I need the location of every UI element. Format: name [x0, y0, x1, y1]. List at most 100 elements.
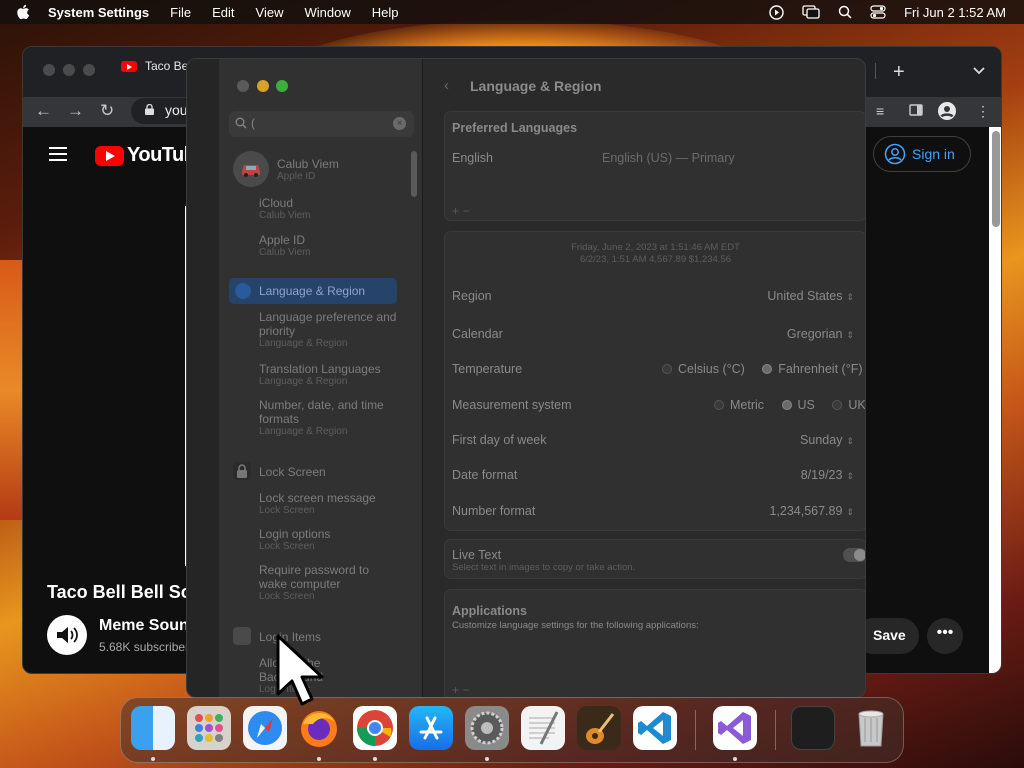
side-panel-icon[interactable] [909, 103, 923, 119]
live-text-toggle[interactable] [843, 548, 865, 562]
calendar-popup[interactable]: Gregorian ⇕ [787, 327, 854, 341]
page-scrollbar[interactable] [989, 127, 1001, 673]
row-label: Date format [452, 468, 518, 482]
settings-search-field[interactable]: ( × [229, 111, 414, 137]
menu-help[interactable]: Help [372, 5, 399, 20]
us-radio[interactable] [781, 400, 792, 410]
menu-bar: System Settings File Edit View Window He… [0, 0, 1024, 24]
sidebar-item-apple-id[interactable]: Apple ID Calub Viem [259, 233, 311, 258]
fahrenheit-radio[interactable] [762, 364, 773, 374]
garageband-icon[interactable] [577, 706, 621, 750]
control-center-icon[interactable] [870, 5, 886, 19]
region-popup[interactable]: United States ⇕ [767, 289, 854, 303]
chrome-icon[interactable] [353, 706, 397, 750]
menu-window[interactable]: Window [304, 5, 350, 20]
menu-edit[interactable]: Edit [212, 5, 234, 20]
back-chevron-icon[interactable]: ‹ [444, 77, 449, 94]
uk-radio[interactable] [832, 400, 843, 410]
sidebar-item-translation-languages[interactable]: Translation Languages Language & Region [259, 362, 381, 387]
sidebar-scrollbar[interactable] [411, 151, 417, 197]
sidebar-item-language-preference[interactable]: Language preference and priority Languag… [259, 310, 399, 349]
vscode-icon[interactable] [633, 706, 677, 750]
menu-view[interactable]: View [256, 5, 284, 20]
sidebar-item-icloud[interactable]: iCloud Calub Viem [259, 196, 311, 221]
browser-menu-icon[interactable]: ⋮ [976, 103, 990, 120]
sidebar-item-login-options[interactable]: Login options Lock Screen [259, 527, 330, 552]
reading-list-icon[interactable]: ≡ [876, 103, 884, 119]
menu-file[interactable]: File [170, 5, 191, 20]
trash-icon[interactable] [849, 706, 893, 750]
back-arrow-icon[interactable]: ← [35, 101, 52, 121]
format-preview-line2: 6/2/23, 1:51 AM 4,567.89 $1,234.56 [579, 254, 732, 265]
clear-search-icon[interactable]: × [393, 117, 406, 130]
result-label: Login options [259, 527, 331, 541]
first-day-popup[interactable]: Sunday ⇕ [800, 433, 854, 447]
browser-minimize-button[interactable] [63, 64, 75, 76]
recent-window-icon[interactable] [791, 706, 835, 750]
measurement-options: Metric US UK [714, 398, 865, 412]
updown-chevron-icon: ⇕ [846, 471, 854, 481]
safari-icon[interactable] [243, 706, 287, 750]
system-settings-icon[interactable] [465, 706, 509, 750]
menu-clock[interactable]: Fri Jun 2 1:52 AM [904, 5, 1006, 20]
settings-close-button[interactable] [237, 80, 249, 92]
sidebar-item-require-password[interactable]: Require password to wake computer Lock S… [259, 563, 384, 602]
page-title: Language & Region [470, 78, 602, 94]
metric-radio[interactable] [714, 400, 724, 410]
sidebar-item-lock-screen[interactable]: Lock Screen [259, 465, 326, 479]
sign-in-button[interactable]: Sign in [873, 136, 971, 172]
app-add-remove-buttons[interactable]: + − [452, 683, 469, 697]
row-label: Live Text [452, 548, 502, 562]
profile-icon[interactable] [937, 101, 957, 124]
screen-record-icon[interactable] [769, 4, 784, 20]
language-add-remove-buttons[interactable]: + − [452, 204, 469, 218]
new-tab-button[interactable]: + [893, 61, 905, 84]
youtube-play-icon [95, 145, 124, 166]
tab-search-chevron-icon[interactable] [973, 63, 985, 78]
date-format-popup[interactable]: 8/19/23 ⇕ [801, 468, 854, 482]
result-sub: Language & Region [259, 338, 348, 349]
car-emoji-icon [242, 165, 260, 177]
menu-app-name[interactable]: System Settings [48, 5, 149, 20]
profile-avatar[interactable] [233, 151, 269, 187]
speaker-icon [57, 627, 78, 643]
popup-value: 8/19/23 [800, 468, 843, 482]
screen-mirroring-icon[interactable] [802, 5, 820, 19]
youtube-menu-icon[interactable] [49, 147, 67, 165]
tab-divider [875, 63, 876, 79]
sidebar-item-number-date-formats[interactable]: Number, date, and time formats Language … [259, 398, 389, 437]
spotlight-search-icon[interactable] [838, 5, 852, 19]
visual-studio-icon[interactable] [713, 706, 757, 750]
browser-close-button[interactable] [43, 64, 55, 76]
app-store-icon[interactable] [409, 706, 453, 750]
forward-arrow-icon[interactable]: → [67, 101, 84, 121]
sidebar-item-language-region[interactable]: Language & Region [229, 278, 397, 304]
updown-chevron-icon: ⇕ [846, 436, 854, 446]
more-actions-button[interactable]: ••• [927, 618, 963, 654]
popup-value: Sunday [800, 433, 843, 447]
sidebar-item-lock-screen-message[interactable]: Lock screen message Lock Screen [259, 491, 376, 516]
launchpad-icon[interactable] [187, 706, 231, 750]
reload-icon[interactable]: ↻ [100, 101, 114, 121]
scrollbar-thumb[interactable] [992, 131, 1000, 227]
celsius-radio[interactable] [662, 364, 672, 374]
settings-zoom-button[interactable] [276, 80, 288, 92]
settings-minimize-button[interactable] [257, 80, 269, 92]
result-sub: Calub Viem [259, 210, 311, 221]
textedit-icon[interactable] [521, 706, 565, 750]
firefox-icon[interactable] [297, 706, 341, 750]
finder-icon[interactable] [131, 706, 175, 750]
number-format-popup[interactable]: 1,234,567.89 ⇕ [769, 504, 854, 518]
lock-icon [145, 104, 154, 115]
channel-avatar[interactable] [47, 615, 87, 655]
search-query: ( [251, 116, 255, 130]
result-label: Translation Languages [259, 362, 381, 376]
running-indicator [151, 757, 155, 761]
browser-zoom-button[interactable] [83, 64, 95, 76]
settings-sidebar: ( × Calub Viem Apple ID iCloud Calub Vie… [219, 59, 423, 697]
dock-separator [775, 710, 776, 750]
sidebar-item-profile[interactable]: Calub Viem Apple ID [277, 157, 339, 182]
apple-logo-icon[interactable] [16, 4, 30, 20]
running-indicator [317, 757, 321, 761]
updown-chevron-icon: ⇕ [846, 330, 854, 340]
